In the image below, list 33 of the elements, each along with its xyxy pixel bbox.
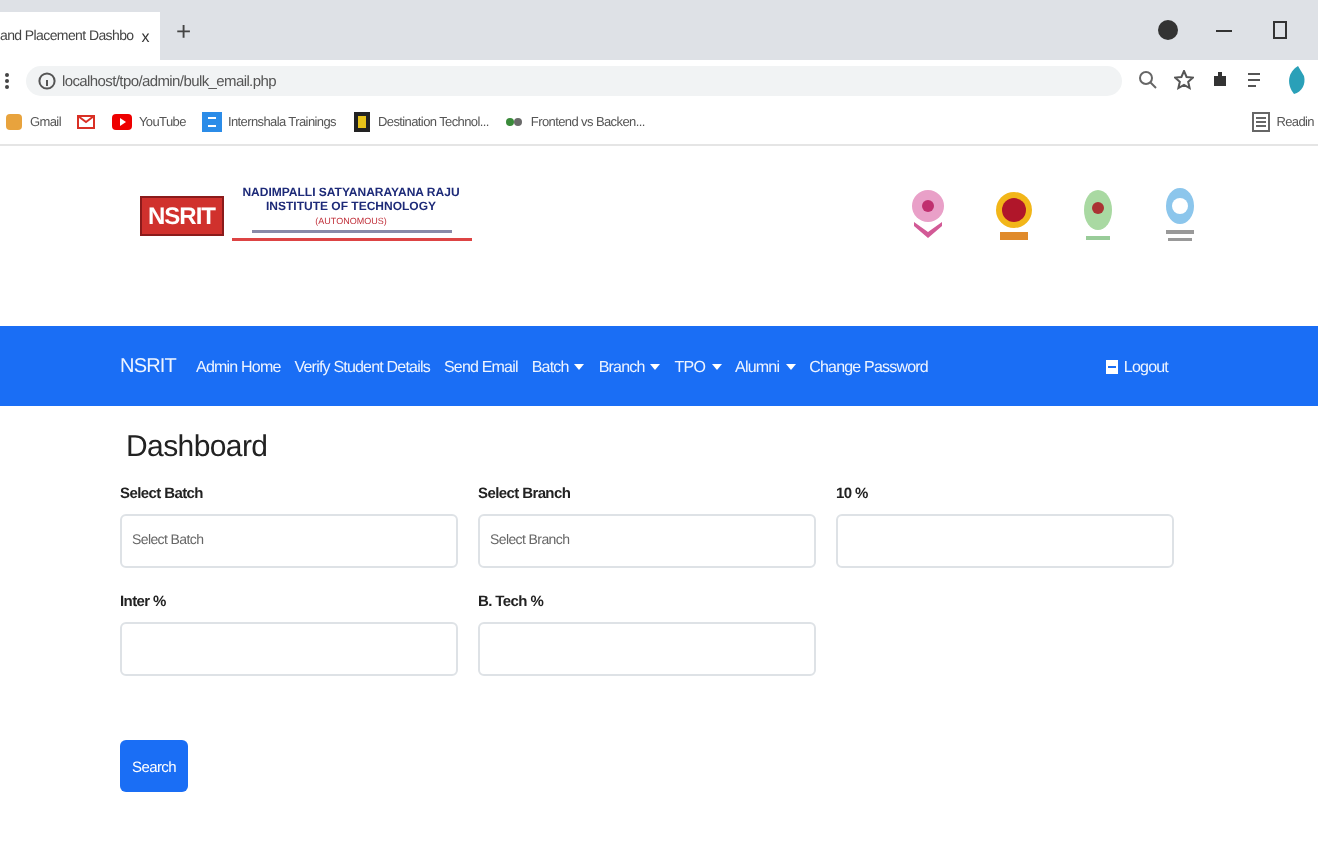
- globe-icon: [1162, 186, 1198, 246]
- nav-link[interactable]: Send Email: [443, 357, 518, 375]
- caret-icon: [574, 363, 585, 369]
- nav-link[interactable]: Verify Student Details: [294, 357, 430, 375]
- dropdown-menu[interactable]: Alumni: [735, 357, 796, 375]
- close-icon[interactable]: x: [141, 27, 149, 45]
- dropdown-menu[interactable]: Batch: [531, 357, 585, 375]
- info-icon: [38, 71, 56, 89]
- new-tab-button[interactable]: +: [176, 15, 192, 45]
- zoom-icon[interactable]: [1138, 70, 1158, 90]
- badge-icon: [994, 186, 1034, 246]
- logo: NSRIT: [140, 196, 223, 236]
- input-field[interactable]: [120, 622, 458, 676]
- brand-link[interactable]: NSRIT: [120, 355, 177, 377]
- star-icon[interactable]: [1174, 70, 1194, 90]
- page-title: Dashboard: [126, 430, 270, 464]
- playlist-icon[interactable]: [1246, 70, 1266, 90]
- input-field[interactable]: [836, 514, 1174, 568]
- dropdown-menu[interactable]: TPO: [674, 357, 722, 375]
- input-field[interactable]: [478, 622, 816, 676]
- caret-icon: [785, 363, 796, 369]
- nav-link[interactable]: Admin Home: [196, 357, 281, 375]
- menu-icon[interactable]: [4, 71, 10, 89]
- profile-icon[interactable]: [1158, 20, 1178, 40]
- logout-link[interactable]: Logout: [1105, 357, 1168, 375]
- caret-icon: [711, 363, 722, 369]
- logout-icon: [1105, 359, 1118, 373]
- restore-icon[interactable]: [1270, 20, 1290, 40]
- seal-icon: [1082, 186, 1114, 246]
- nav-link[interactable]: Change Password: [809, 357, 928, 375]
- list-icon: [1252, 112, 1271, 132]
- dropdown-menu[interactable]: Branch: [598, 357, 661, 375]
- caret-icon: [650, 363, 661, 369]
